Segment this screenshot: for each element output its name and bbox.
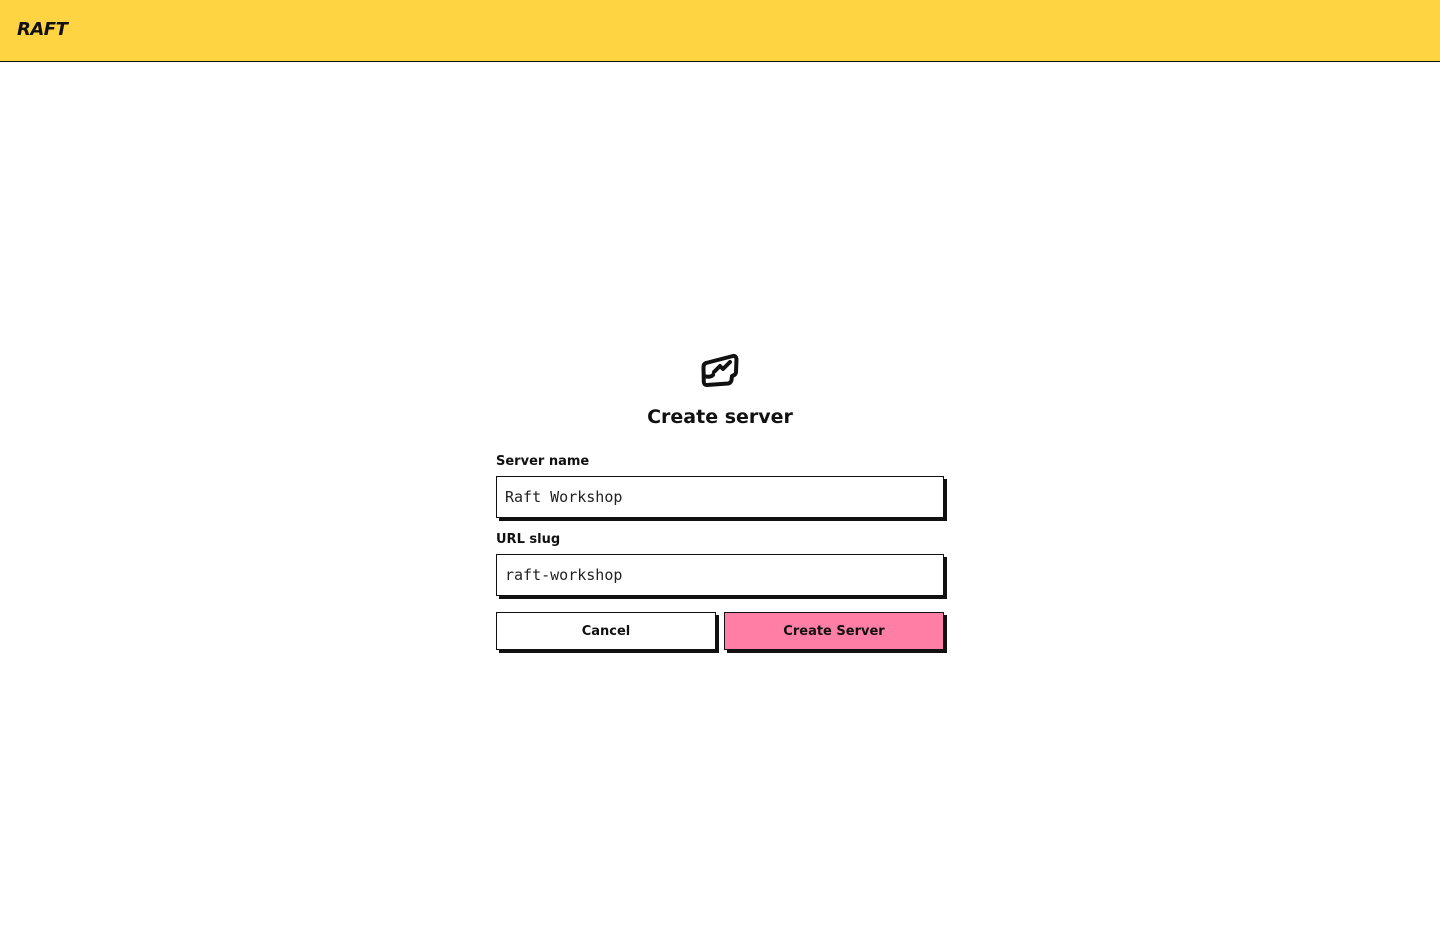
create-server-button[interactable]: Create Server	[724, 612, 944, 650]
url-slug-label: URL slug	[496, 532, 561, 547]
page-title: Create server	[647, 406, 793, 428]
brand-logo[interactable]: RAFT	[17, 19, 68, 40]
top-bar: RAFT	[0, 0, 1440, 62]
url-slug-input[interactable]	[497, 555, 943, 595]
cancel-button[interactable]: Cancel	[496, 612, 716, 650]
url-slug-field-wrapper	[496, 554, 944, 596]
server-name-field-wrapper	[496, 476, 944, 518]
server-name-label: Server name	[496, 454, 590, 469]
server-badge-icon	[701, 353, 739, 388]
server-name-input[interactable]	[497, 477, 943, 517]
